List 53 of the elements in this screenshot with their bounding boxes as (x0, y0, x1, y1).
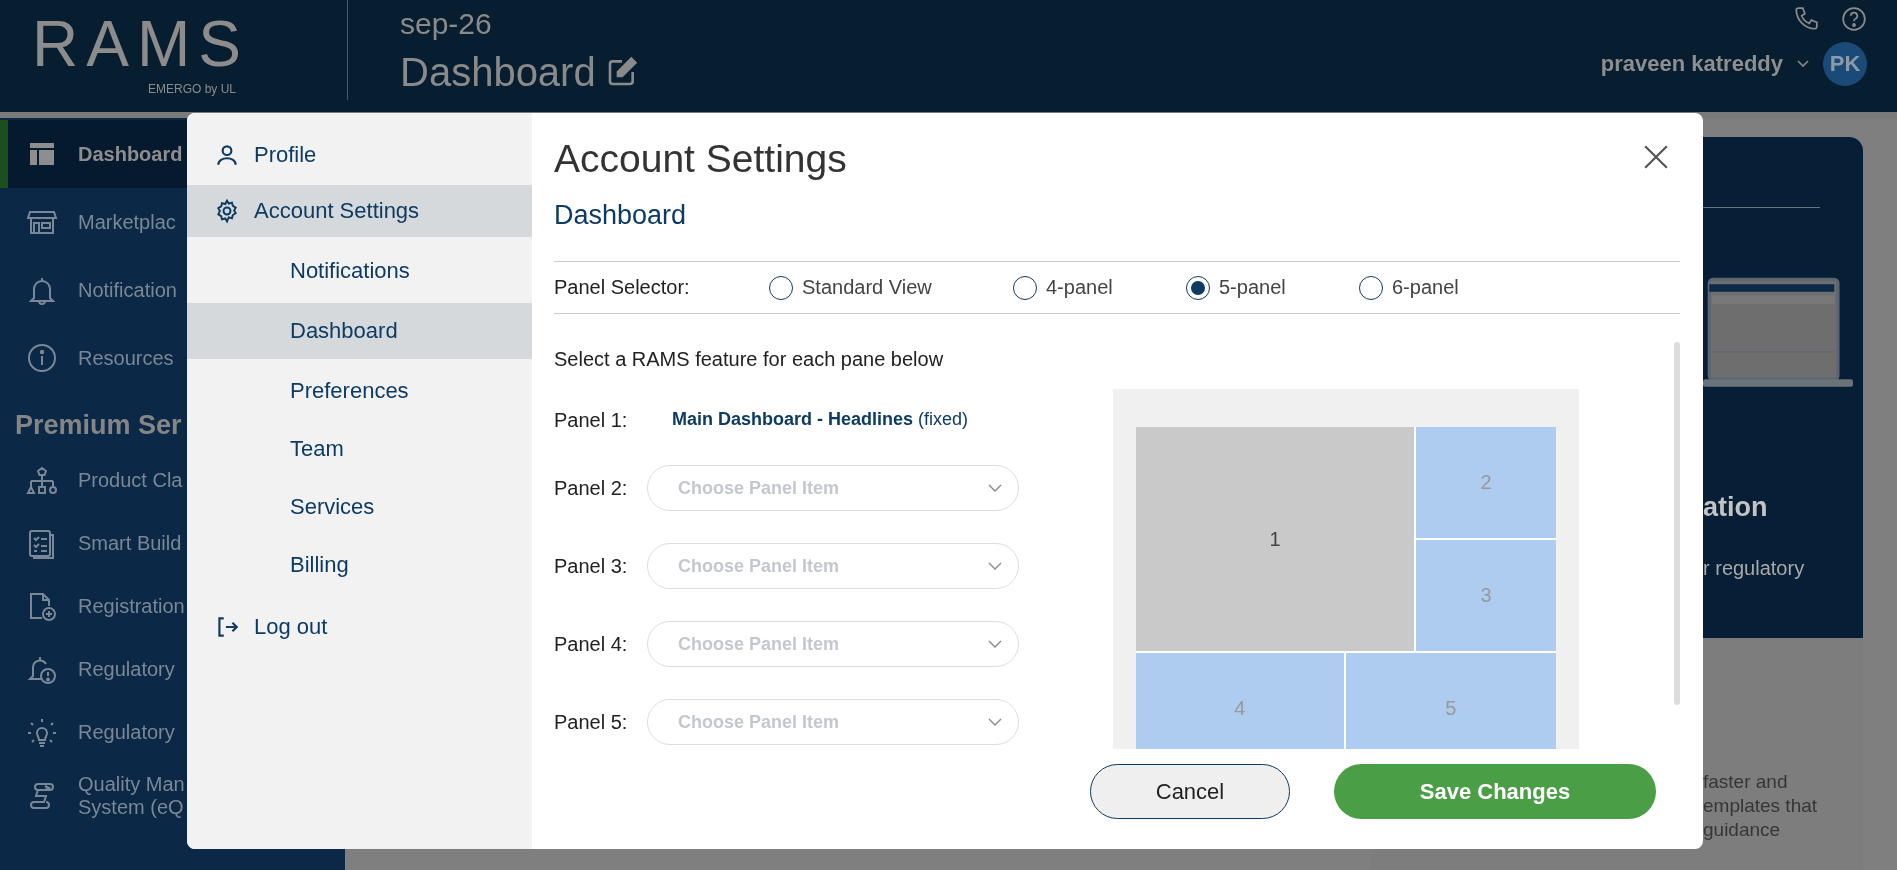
hierarchy-icon (26, 464, 58, 497)
settings-subnav-item[interactable]: Preferences (187, 365, 532, 417)
help-icon[interactable] (1841, 6, 1867, 32)
preview-pane: 1 (1136, 427, 1414, 651)
sidebar-item[interactable]: Regulatory (0, 701, 345, 764)
logo-wordmark: RAMS (32, 12, 249, 76)
preview-pane: 2 (1416, 427, 1556, 538)
radio-label[interactable]: Standard View (802, 276, 932, 299)
card-heading: ation (1703, 492, 1768, 523)
settings-subnav-item[interactable]: Billing (187, 539, 532, 591)
settings-nav-item[interactable]: Account Settings (187, 185, 532, 237)
chevron-down-icon (988, 640, 1002, 648)
radio-label[interactable]: 4-panel (1046, 276, 1113, 299)
save-button[interactable]: Save Changes (1334, 764, 1656, 819)
user-avatar[interactable]: PK (1823, 42, 1867, 86)
cancel-button[interactable]: Cancel (1090, 764, 1290, 819)
settings-subnav-item[interactable]: Dashboard (187, 303, 532, 359)
panel-label: Panel 3: (554, 554, 629, 578)
section-title: Dashboard (554, 199, 687, 232)
dialog-title: Account Settings (554, 136, 847, 182)
preview-pane: 3 (1416, 540, 1556, 651)
panel-selector-label: Panel Selector: (554, 276, 691, 299)
settings-icon (214, 198, 240, 224)
page-title: Dashboard (400, 49, 596, 96)
panel-label: Panel 1: (554, 409, 629, 432)
phone-icon[interactable] (1793, 6, 1819, 32)
info-icon (26, 342, 58, 374)
chevron-down-icon[interactable] (1797, 60, 1809, 68)
sidebar-section-title: Premium Ser (14, 409, 182, 442)
person-icon (214, 142, 240, 168)
chevron-down-icon (988, 718, 1002, 726)
scrollbar[interactable] (1674, 342, 1680, 705)
panel-text: faster and emplates that guidance (1703, 770, 1819, 842)
chevron-down-icon (988, 484, 1002, 492)
panel-label: Panel 4: (554, 632, 629, 656)
user-name[interactable]: praveen katreddy (1600, 51, 1783, 77)
panel-label: Panel 2: (554, 476, 629, 500)
fixed-panel-value: Main Dashboard - Headlines (fixed) (672, 409, 969, 430)
radio-label[interactable]: 6-panel (1392, 276, 1459, 299)
instructions-text: Select a RAMS feature for each pane below (554, 348, 945, 371)
project-name: sep-26 (400, 6, 493, 42)
settings-subnav-item[interactable]: Team (187, 423, 532, 475)
chevron-down-icon (988, 562, 1002, 570)
sidebar-item[interactable]: Quality Man System (eQ (0, 764, 345, 827)
card-text: r regulatory (1703, 557, 1805, 580)
lightbulb-icon (26, 716, 58, 749)
settings-subnav-item[interactable]: Notifications (187, 245, 532, 297)
panel-label: Panel 5: (554, 710, 629, 734)
preview-pane: 5 (1345, 653, 1556, 749)
radio-label[interactable]: 5-panel (1219, 276, 1286, 299)
preview-pane: 4 (1136, 653, 1344, 749)
settings-subnav-item[interactable]: Services (187, 481, 532, 533)
logo-tagline: EMERGO by UL (148, 82, 237, 96)
